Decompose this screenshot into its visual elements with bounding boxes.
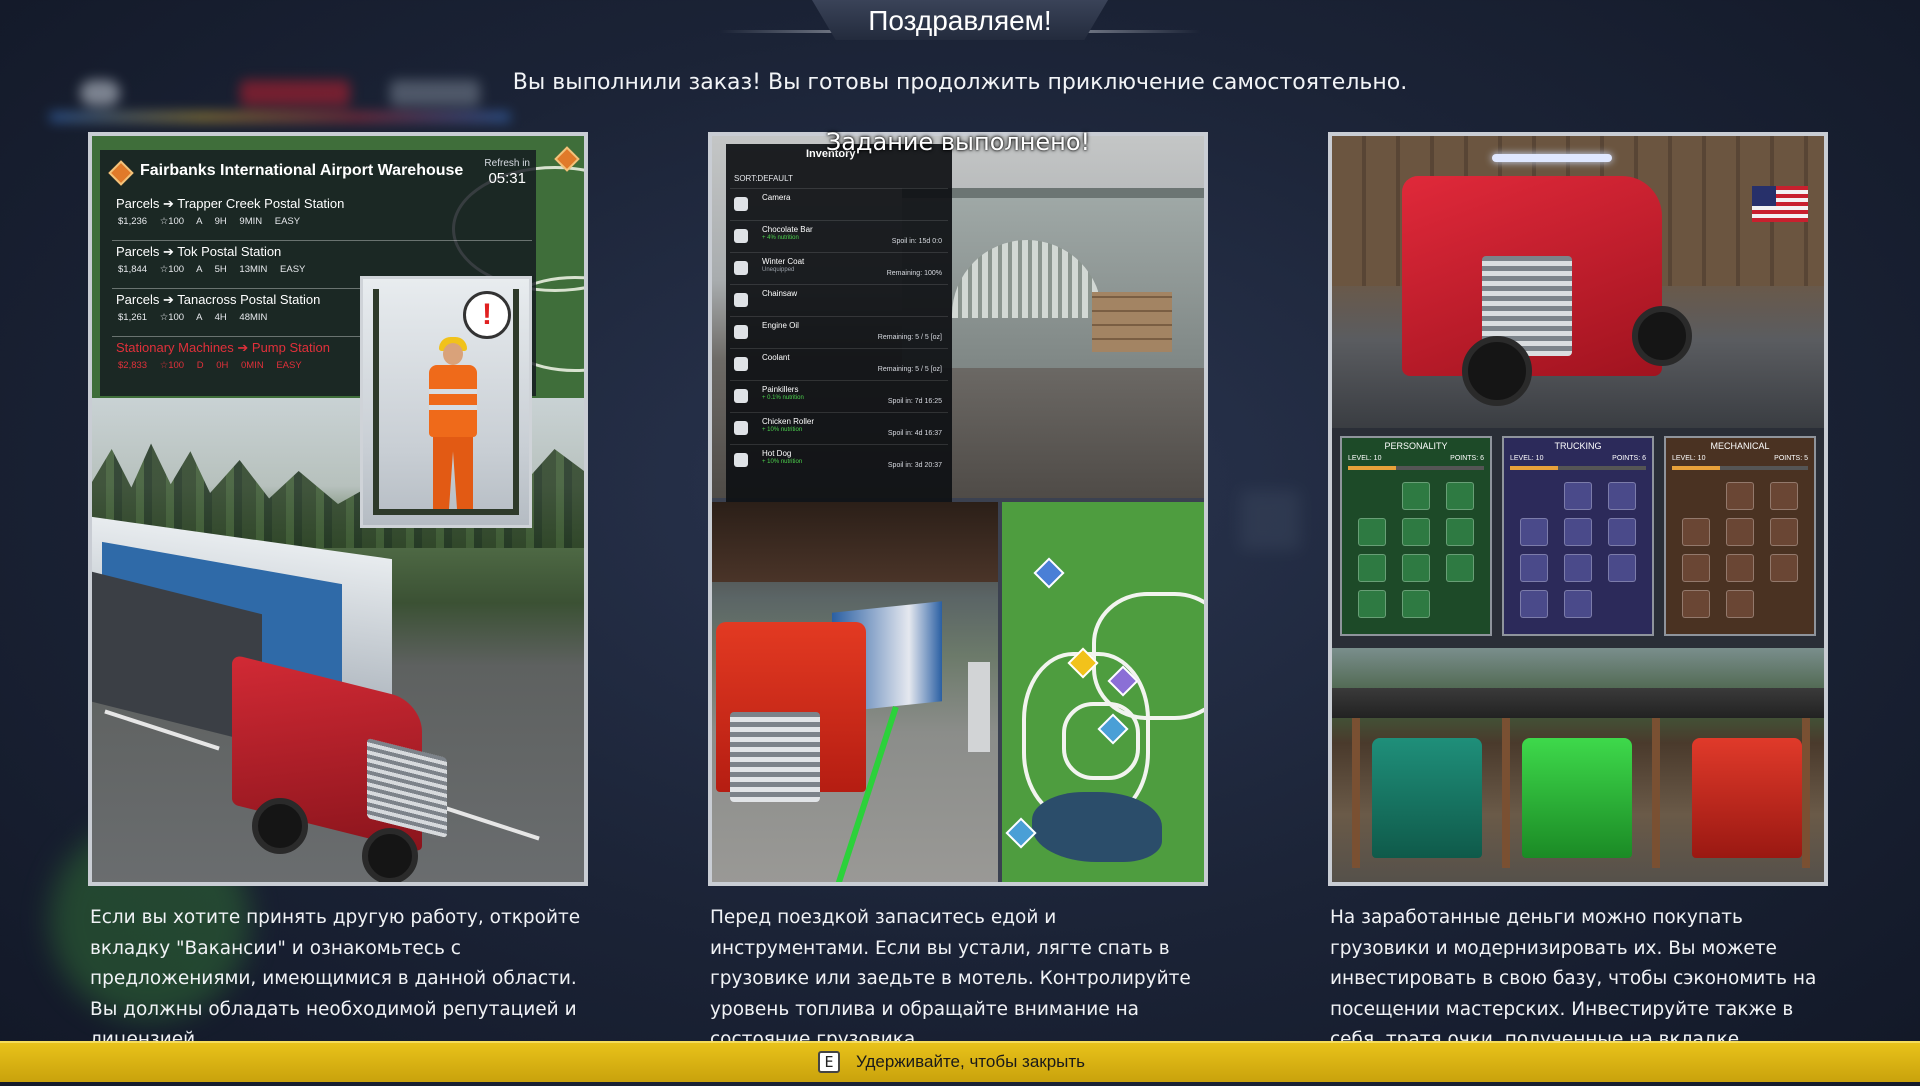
item-info: Remaining: 5 / 5 [oz]: [877, 334, 942, 341]
garage-photo: [1332, 136, 1824, 428]
skill-tree-trucking[interactable]: TRUCKING LEVEL: 10 POINTS: 6: [1502, 436, 1654, 636]
skill-level: LEVEL: 10: [1348, 455, 1382, 462]
item-info: Spoil in: 15d 0:0: [891, 238, 942, 245]
inventory-sort[interactable]: SORT:DEFAULT: [734, 174, 793, 183]
inventory-item[interactable]: Engine Oil Remaining: 5 / 5 [oz]: [730, 316, 948, 348]
job-stats: $1,236 ☆100 A 9H 9MIN EASY: [118, 216, 301, 227]
tutorial-image-supplies: Inventory SORT:DEFAULT Camera Chocolate …: [708, 132, 1208, 886]
job-stats: $2,833 ☆100 D 0H 0MIN EASY: [118, 360, 302, 371]
dialog-header: Поздравляем!: [0, 0, 1920, 46]
item-info: Remaining: 100%: [886, 270, 942, 277]
skill-points: POINTS: 5: [1774, 455, 1808, 462]
skill-progress-bar: [1510, 466, 1646, 470]
inventory-item[interactable]: Painkillers + 0.1% nutrition Spoil in: 7…: [730, 380, 948, 412]
pill-icon: [734, 389, 748, 403]
item-name: Chainsaw: [762, 289, 798, 298]
inventory-item[interactable]: Hot Dog + 10% nutrition Spoil in: 3d 20:…: [730, 444, 948, 476]
tutorial-image-jobs: Fairbanks International Airport Warehous…: [88, 132, 588, 886]
skill-trees: PERSONALITY LEVEL: 10 POINTS: 6 TRUCKING…: [1332, 428, 1824, 648]
skill-tree-title: TRUCKING: [1554, 441, 1602, 451]
item-name: Painkillers: [762, 385, 799, 394]
camera-icon: [734, 197, 748, 211]
skill-points: POINTS: 6: [1612, 455, 1646, 462]
inventory-item[interactable]: Chicken Roller + 10% nutrition Spoil in:…: [730, 412, 948, 444]
job-route: Parcels ➔ Tok Postal Station: [116, 244, 282, 259]
coolant-icon: [734, 357, 748, 371]
item-name: Chocolate Bar: [762, 225, 813, 234]
inventory-item[interactable]: Winter Coat Unequipped Remaining: 100%: [730, 252, 948, 284]
page-title: Поздравляем!: [868, 5, 1052, 36]
hotdog-icon: [734, 453, 748, 467]
item-info: Remaining: 5 / 5 [oz]: [877, 366, 942, 373]
green-truck: [1522, 738, 1632, 858]
skill-icons: [1682, 482, 1798, 618]
item-sub: + 10% nutrition: [762, 459, 803, 465]
food-icon: [734, 421, 748, 435]
dialog-subtitle: Вы выполнили заказ! Вы готовы продолжить…: [512, 70, 1408, 95]
warehouse-icon: [108, 160, 134, 186]
job-route: Parcels ➔ Tanacross Postal Station: [116, 292, 321, 307]
job-offer[interactable]: Parcels ➔ Trapper Creek Postal Station $…: [112, 194, 532, 241]
item-sub: + 4% nutrition: [762, 235, 799, 241]
red-truck: [1692, 738, 1802, 858]
oil-icon: [734, 325, 748, 339]
item-sub: + 0.1% nutrition: [762, 395, 804, 401]
job-board-title: Fairbanks International Airport Warehous…: [140, 162, 464, 179]
close-bar[interactable]: E Удерживайте, чтобы закрыть: [0, 1041, 1920, 1082]
teal-truck: [1372, 738, 1482, 858]
skill-tree-title: MECHANICAL: [1710, 441, 1770, 451]
map-marker-icon: [1033, 557, 1065, 589]
minimap: [1002, 502, 1204, 882]
alert-icon: !: [463, 291, 511, 339]
item-name: Chicken Roller: [762, 417, 815, 426]
refresh-label: Refresh in: [484, 158, 530, 169]
refresh-timer: 05:31: [488, 170, 526, 187]
skill-level: LEVEL: 10: [1510, 455, 1544, 462]
item-name: Hot Dog: [762, 449, 792, 458]
job-route: Parcels ➔ Trapper Creek Postal Station: [116, 196, 345, 211]
key-e-icon: E: [818, 1051, 840, 1073]
skill-icons: [1520, 482, 1636, 618]
item-info: Spoil in: 7d 16:25: [887, 398, 942, 405]
skill-tree-title: PERSONALITY: [1384, 441, 1448, 451]
skill-progress-bar: [1672, 466, 1808, 470]
item-info: Spoil in: 3d 20:37: [887, 462, 942, 469]
inventory-panel: Inventory SORT:DEFAULT Camera Chocolate …: [726, 144, 952, 502]
skill-tree-personality[interactable]: PERSONALITY LEVEL: 10 POINTS: 6: [1340, 436, 1492, 636]
inventory-item[interactable]: Chainsaw: [730, 284, 948, 316]
skill-points: POINTS: 6: [1450, 455, 1484, 462]
skill-tree-mechanical[interactable]: MECHANICAL LEVEL: 10 POINTS: 5: [1664, 436, 1816, 636]
base-garage-photo: [1332, 648, 1824, 882]
item-info: Spoil in: 4d 16:37: [887, 430, 942, 437]
skill-level: LEVEL: 10: [1672, 455, 1706, 462]
inventory-item[interactable]: Coolant Remaining: 5 / 5 [oz]: [730, 348, 948, 380]
chocolate-icon: [734, 229, 748, 243]
inventory-item[interactable]: Camera: [730, 188, 948, 220]
coat-icon: [734, 261, 748, 275]
jobs-description: Если вы хотите принять другую работу, от…: [90, 907, 581, 1050]
item-name: Coolant: [762, 353, 790, 362]
job-stats: $1,261 ☆100 A 4H 48MIN: [118, 312, 268, 323]
job-stats: $1,844 ☆100 A 5H 13MIN EASY: [118, 264, 306, 275]
close-hint: Удерживайте, чтобы закрыть: [856, 1052, 1086, 1071]
item-sub: Unequipped: [762, 267, 795, 273]
us-flag-icon: [1752, 186, 1808, 222]
job-route: Stationary Machines ➔ Pump Station: [116, 340, 330, 355]
chainsaw-icon: [734, 293, 748, 307]
npc-portrait: !: [360, 276, 532, 528]
gas-station-photo: [712, 502, 998, 882]
item-name: Winter Coat: [762, 257, 805, 266]
item-sub: + 10% nutrition: [762, 427, 803, 433]
item-name: Engine Oil: [762, 321, 799, 330]
skill-icons: [1358, 482, 1474, 618]
mission-complete-overlay: Задание выполнено!: [825, 128, 1091, 156]
tutorial-image-upgrades: PERSONALITY LEVEL: 10 POINTS: 6 TRUCKING…: [1328, 132, 1828, 886]
inventory-item[interactable]: Chocolate Bar + 4% nutrition Spoil in: 1…: [730, 220, 948, 252]
skill-progress-bar: [1348, 466, 1484, 470]
item-name: Camera: [762, 193, 791, 202]
supplies-description: Перед поездкой запаситесь едой и инструм…: [710, 907, 1191, 1050]
background-panel: [1240, 490, 1300, 550]
